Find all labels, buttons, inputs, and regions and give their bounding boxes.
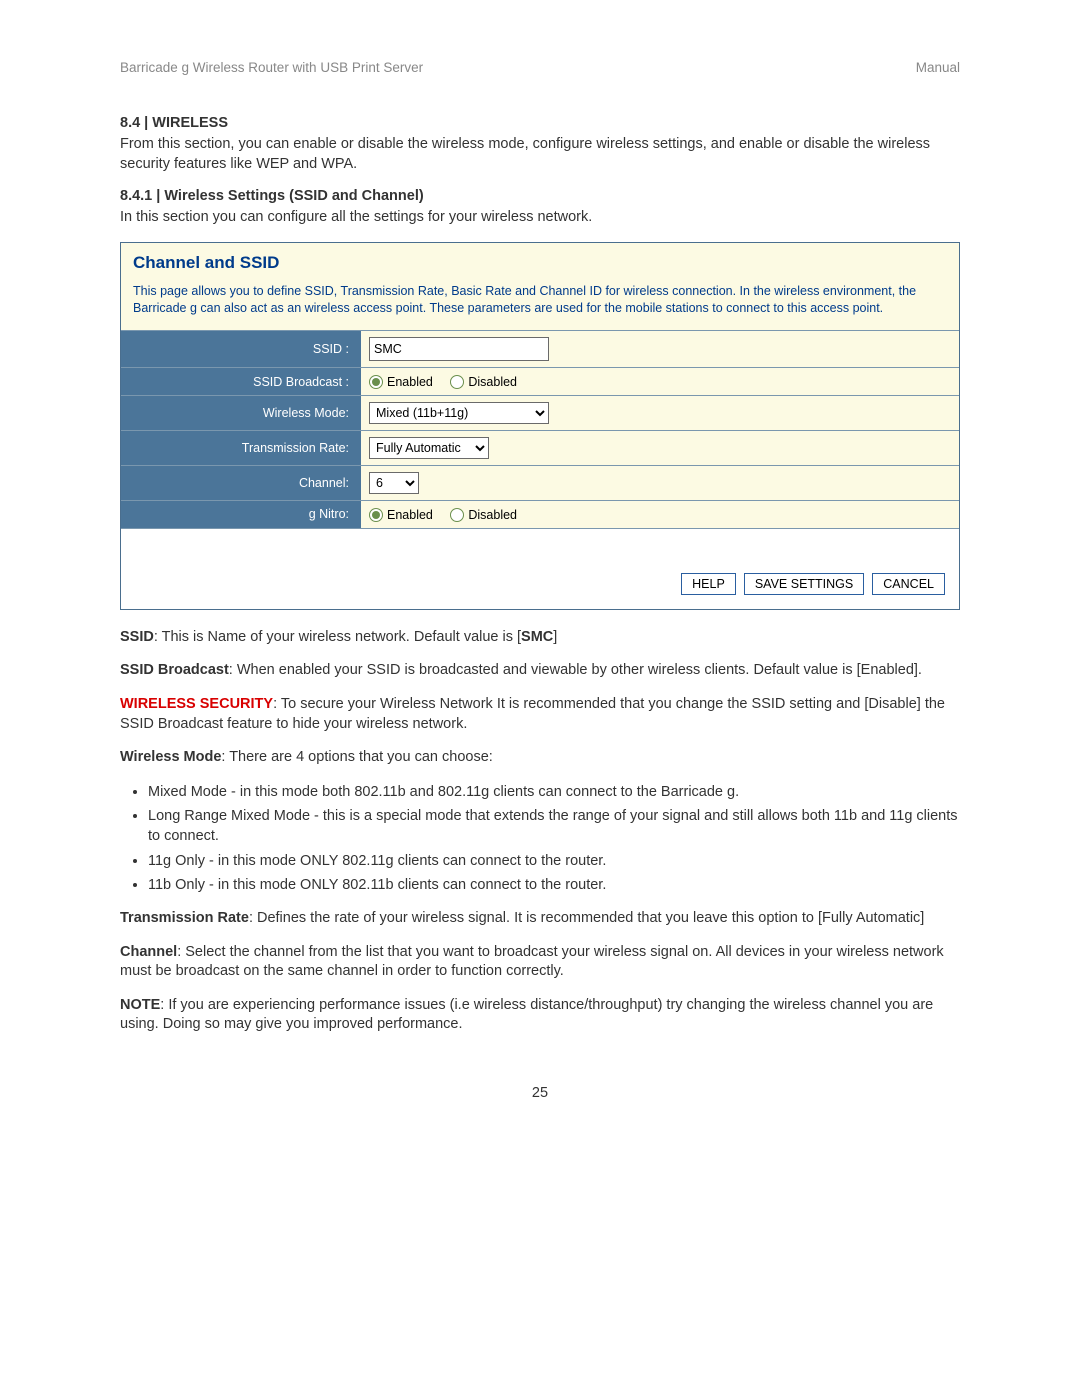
broadcast-enabled-radio[interactable]: [369, 375, 383, 389]
ssid-input[interactable]: [369, 337, 549, 361]
nitro-disabled-radio[interactable]: [450, 508, 464, 522]
list-item: 11b Only - in this mode ONLY 802.11b cli…: [148, 875, 960, 895]
list-item: Long Range Mixed Mode - this is a specia…: [148, 806, 960, 847]
nitro-enabled-text: Enabled: [387, 508, 433, 522]
channel-ssid-panel: Channel and SSID This page allows you to…: [120, 242, 960, 610]
header-right: Manual: [916, 60, 960, 75]
section-8-4-1-body: In this section you can configure all th…: [120, 208, 960, 228]
broadcast-disabled-radio[interactable]: [450, 375, 464, 389]
rate-label: Transmission Rate:: [242, 441, 349, 455]
mode-desc: Wireless Mode: There are 4 options that …: [120, 748, 960, 768]
page-number: 25: [120, 1085, 960, 1101]
list-item: 11g Only - in this mode ONLY 802.11g cli…: [148, 851, 960, 871]
security-desc: WIRELESS SECURITY: To secure your Wirele…: [120, 695, 960, 734]
help-button[interactable]: HELP: [681, 573, 736, 595]
button-bar: HELP SAVE SETTINGS CANCEL: [121, 528, 959, 609]
list-item: Mixed Mode - in this mode both 802.11b a…: [148, 782, 960, 802]
section-8-4-1-title: 8.4.1 | Wireless Settings (SSID and Chan…: [120, 188, 960, 204]
broadcast-label: SSID Broadcast :: [253, 375, 349, 389]
note-desc: NOTE: If you are experiencing performanc…: [120, 996, 960, 1035]
mode-label: Wireless Mode:: [263, 406, 349, 420]
section-8-4-title: 8.4 | WIRELESS: [120, 115, 960, 131]
cancel-button[interactable]: CANCEL: [872, 573, 945, 595]
page-header: Barricade g Wireless Router with USB Pri…: [120, 60, 960, 75]
rate-select[interactable]: Fully Automatic: [369, 437, 489, 459]
panel-title: Channel and SSID: [133, 253, 947, 273]
panel-desc: This page allows you to define SSID, Tra…: [133, 283, 947, 317]
nitro-label: g Nitro:: [309, 507, 349, 521]
channel-desc: Channel: Select the channel from the lis…: [120, 943, 960, 982]
channel-label: Channel:: [299, 476, 349, 490]
broadcast-desc: SSID Broadcast: When enabled your SSID i…: [120, 661, 960, 681]
channel-select[interactable]: 6: [369, 472, 419, 494]
ssid-label: SSID :: [313, 342, 349, 356]
settings-table: SSID : SSID Broadcast : Enabled Disabled…: [121, 330, 959, 527]
ssid-desc: SSID: This is Name of your wireless netw…: [120, 628, 960, 648]
nitro-disabled-text: Disabled: [468, 508, 517, 522]
nitro-enabled-radio[interactable]: [369, 508, 383, 522]
mode-select[interactable]: Mixed (11b+11g): [369, 402, 549, 424]
rate-desc: Transmission Rate: Defines the rate of y…: [120, 909, 960, 929]
broadcast-enabled-text: Enabled: [387, 375, 433, 389]
broadcast-disabled-text: Disabled: [468, 375, 517, 389]
section-8-4-body: From this section, you can enable or dis…: [120, 135, 960, 174]
header-left: Barricade g Wireless Router with USB Pri…: [120, 60, 423, 75]
mode-list: Mixed Mode - in this mode both 802.11b a…: [148, 782, 960, 895]
save-button[interactable]: SAVE SETTINGS: [744, 573, 864, 595]
